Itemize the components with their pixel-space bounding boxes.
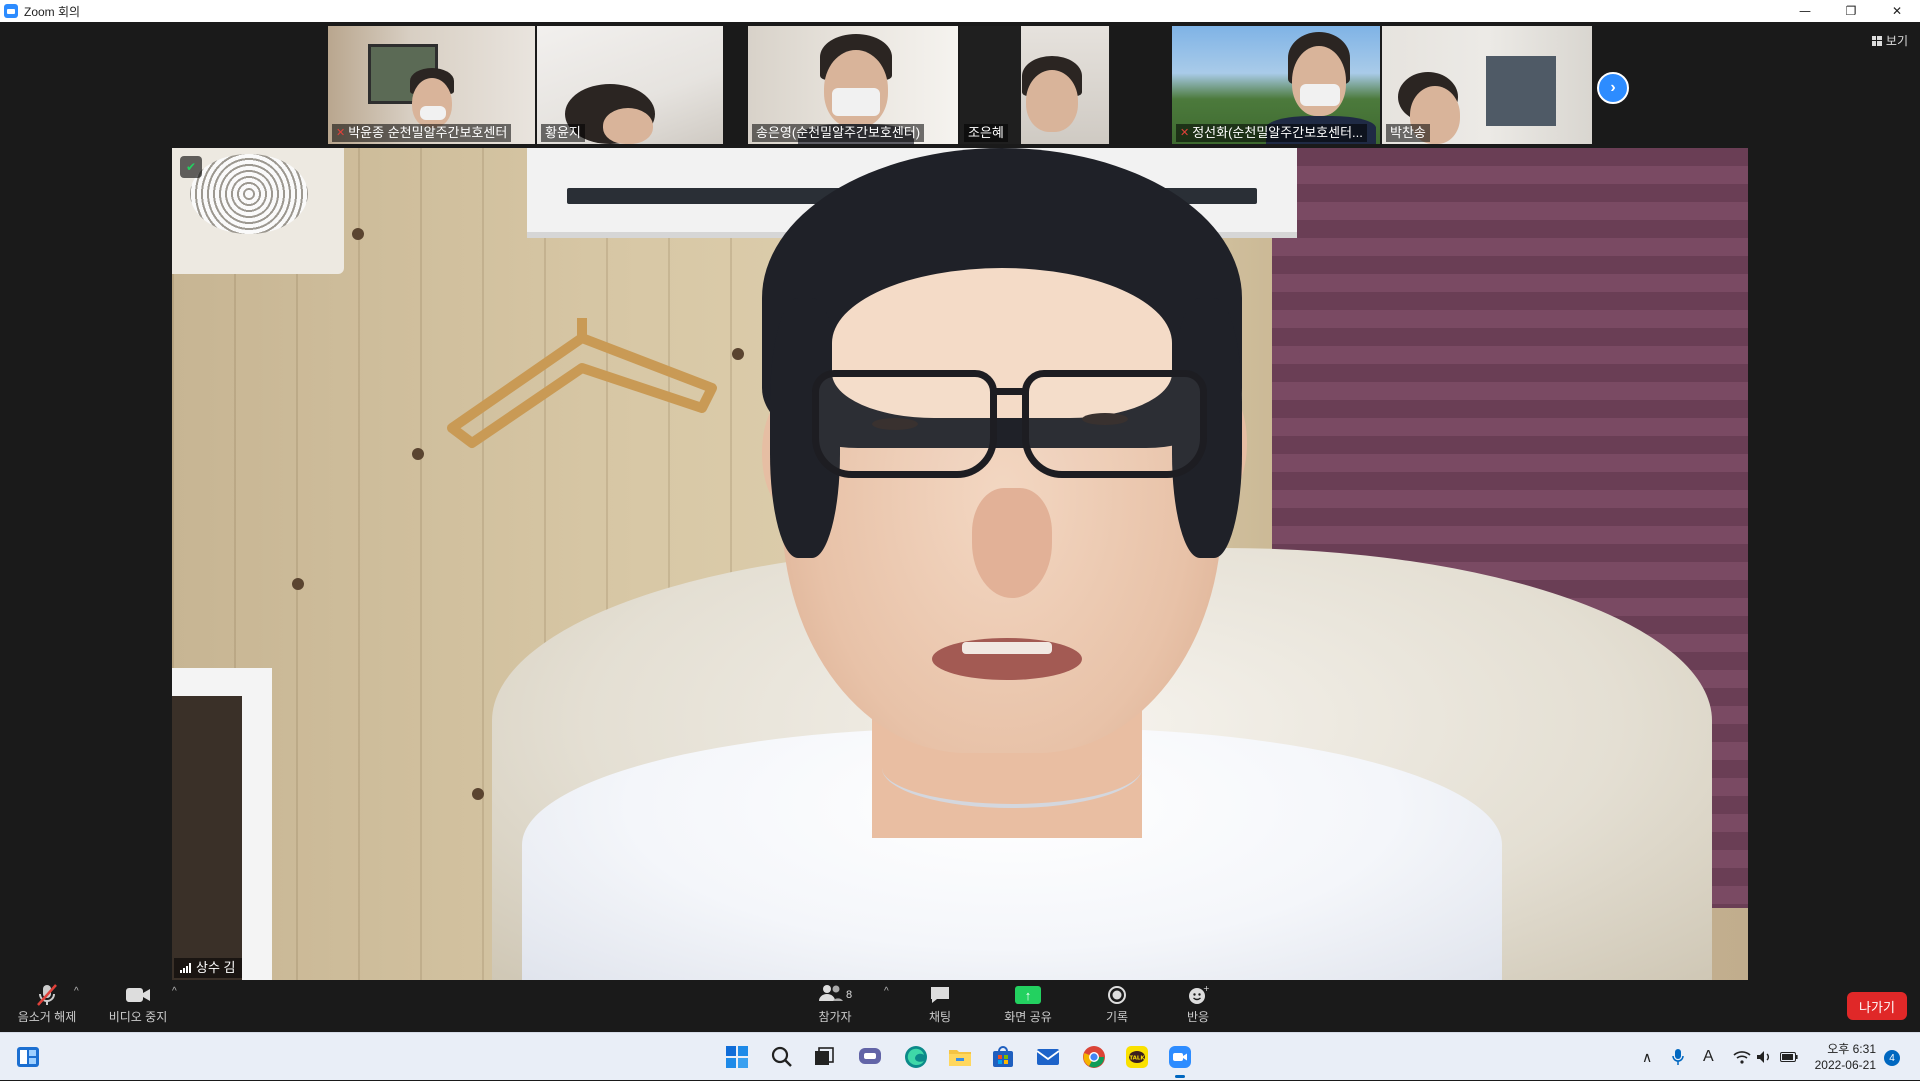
share-screen-button[interactable]: ↑ 화면 공유 <box>983 982 1073 1030</box>
microphone-icon[interactable] <box>1672 1033 1684 1081</box>
participant-name: ✕ 박윤종 순천밀알주간보호센터 <box>332 124 512 142</box>
participant-tile[interactable]: ✕ 정선화(순천밀알주간보호센터... <box>1172 26 1380 144</box>
widgets-icon[interactable] <box>12 1041 44 1073</box>
close-button[interactable]: ✕ <box>1874 0 1920 22</box>
record-button[interactable]: 기록 <box>1072 982 1162 1030</box>
volume-icon[interactable] <box>1756 1033 1772 1081</box>
svg-text:+: + <box>1203 984 1209 993</box>
edge-icon[interactable] <box>900 1041 932 1073</box>
file-explorer-icon[interactable] <box>944 1041 976 1073</box>
meeting-toolbar: 음소거 해제 ^ 비디오 중지 ^ 8 참가자 ^ 채팅 ↑ 화면 공유 기록 <box>0 980 1920 1032</box>
mail-icon[interactable] <box>1032 1041 1064 1073</box>
chat-button[interactable]: 채팅 <box>895 982 985 1030</box>
chat-icon <box>929 982 951 1008</box>
taskbar-clock[interactable]: 오후 6:31 2022-06-21 <box>1800 1041 1876 1073</box>
minimize-button[interactable]: — <box>1782 0 1828 22</box>
microphone-muted-icon <box>36 982 58 1008</box>
meeting-area: ✕ 박윤종 순천밀알주간보호센터 황윤지 송은영(순천밀알주간보호센터) 조은혜… <box>0 22 1920 980</box>
video-options-caret-icon[interactable]: ^ <box>172 986 177 997</box>
participants-button[interactable]: 8 참가자 <box>790 982 880 1030</box>
participant-name: 황윤지 <box>541 124 585 142</box>
record-icon <box>1107 982 1127 1008</box>
shield-icon[interactable]: ✔ <box>180 156 202 178</box>
speaker-name-label: 상수 김 <box>174 958 242 978</box>
participants-count: 8 <box>845 989 853 1001</box>
notification-badge[interactable]: 4 <box>1884 1050 1900 1066</box>
participant-tile[interactable]: 황윤지 <box>537 26 723 144</box>
leave-meeting-button[interactable]: 나가기 <box>1847 992 1907 1020</box>
participant-name: 조은혜 <box>964 124 1008 142</box>
participant-name: 박찬송 <box>1386 124 1430 142</box>
chevron-right-icon: › <box>1610 79 1616 96</box>
kakaotalk-icon[interactable]: TALK <box>1121 1041 1153 1073</box>
participant-tile[interactable]: 조은혜 <box>960 26 1110 144</box>
next-page-button[interactable]: › <box>1597 72 1629 104</box>
participants-options-caret-icon[interactable]: ^ <box>884 986 889 997</box>
search-icon[interactable] <box>766 1041 798 1073</box>
participant-name: 송은영(순천밀알주간보호센터) <box>752 124 925 142</box>
windows-taskbar: TALK ∧ A 오후 6:31 2022-06-21 4 <box>0 1032 1920 1080</box>
participants-icon <box>818 984 844 1007</box>
grid-view-icon <box>1871 35 1882 46</box>
participant-tile[interactable]: 송은영(순천밀알주간보호센터) <box>748 26 958 144</box>
zoom-app-icon <box>4 4 18 18</box>
participant-name: ✕ 정선화(순천밀알주간보호센터... <box>1176 124 1367 142</box>
tray-overflow-icon[interactable]: ∧ <box>1642 1033 1652 1081</box>
task-view-icon[interactable] <box>808 1041 840 1073</box>
glasses-graphic <box>812 370 1212 490</box>
share-screen-icon: ↑ <box>1015 986 1041 1004</box>
battery-icon[interactable] <box>1780 1033 1798 1081</box>
store-icon[interactable] <box>987 1041 1019 1073</box>
chrome-icon[interactable] <box>1078 1041 1110 1073</box>
reaction-smile-icon: + <box>1187 982 1209 1008</box>
hanger-graphic <box>447 318 717 448</box>
wifi-icon[interactable] <box>1733 1033 1751 1081</box>
start-icon[interactable] <box>721 1041 753 1073</box>
muted-mic-icon: ✕ <box>336 127 346 139</box>
window-controls: — ❐ ✕ <box>1782 0 1920 22</box>
ime-indicator[interactable]: A <box>1703 1033 1714 1081</box>
muted-mic-icon: ✕ <box>1180 127 1190 139</box>
active-speaker-video[interactable]: ✔ 상수 김 <box>172 148 1748 980</box>
kakaotalk-text: TALK <box>1129 1056 1145 1062</box>
teams-chat-icon[interactable] <box>854 1041 886 1073</box>
window-title: Zoom 회의 <box>24 4 81 19</box>
restore-button[interactable]: ❐ <box>1828 0 1874 22</box>
clock-time: 오후 6:31 <box>1827 1042 1876 1056</box>
title-bar: Zoom 회의 — ❐ ✕ <box>0 0 1920 22</box>
audio-options-caret-icon[interactable]: ^ <box>74 986 79 997</box>
participant-tile[interactable]: ✕ 박윤종 순천밀알주간보호센터 <box>328 26 535 144</box>
reactions-button[interactable]: + 반응 <box>1153 982 1243 1030</box>
view-button[interactable]: 보기 <box>1871 32 1908 49</box>
signal-strength-icon <box>180 963 191 973</box>
participant-strip: ✕ 박윤종 순천밀알주간보호센터 황윤지 송은영(순천밀알주간보호센터) 조은혜… <box>0 26 1920 144</box>
zoom-icon[interactable] <box>1164 1041 1196 1078</box>
stop-video-button[interactable]: 비디오 중지 <box>93 982 183 1030</box>
clock-date: 2022-06-21 <box>1814 1058 1876 1072</box>
participant-tile[interactable]: 박찬송 <box>1382 26 1592 144</box>
video-camera-icon <box>125 982 151 1008</box>
